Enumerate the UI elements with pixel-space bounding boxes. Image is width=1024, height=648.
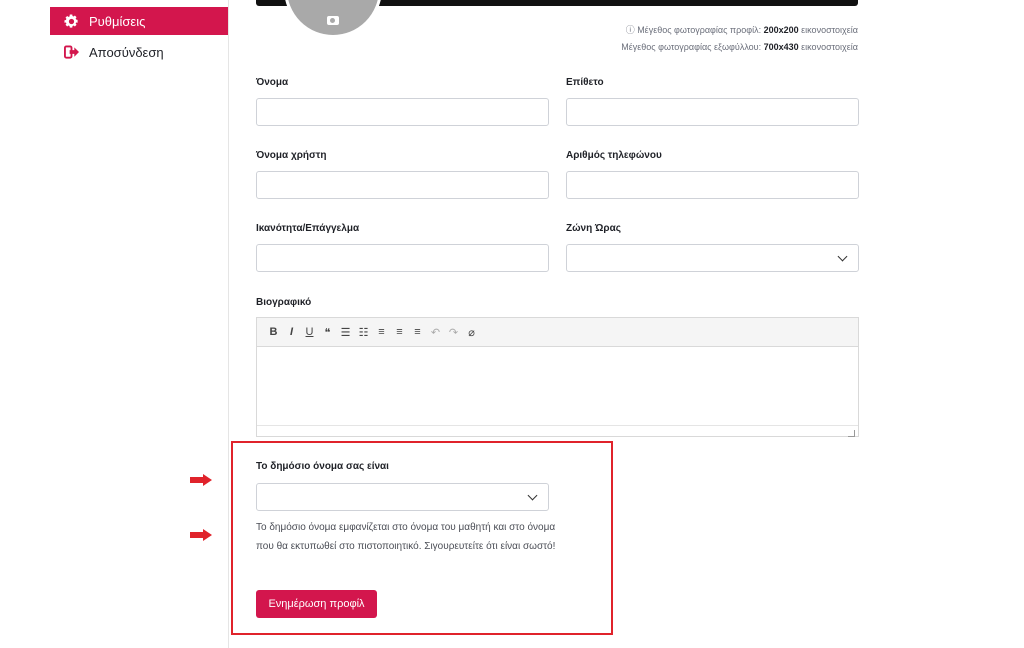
camera-icon[interactable]	[327, 16, 339, 25]
public-name-label: Το δημόσιο όνομα σας είναι	[256, 461, 389, 472]
bold-button[interactable]: B	[266, 324, 281, 340]
align-left-button[interactable]: ≡	[374, 324, 389, 340]
clear-format-button[interactable]: ⌀	[464, 324, 479, 340]
italic-button[interactable]: I	[284, 324, 299, 340]
underline-button[interactable]: U	[302, 324, 317, 340]
arrow-right-icon	[190, 529, 212, 541]
bullet-list-button[interactable]: ☰	[338, 324, 353, 340]
username-label: Όνομα χρήστη	[256, 150, 327, 161]
editor-toolbar: B I U ❝ ☰ ☷ ≡ ≡ ≡ ↶ ↷ ⌀	[257, 318, 858, 347]
sidebar-item-logout[interactable]: Αποσύνδεση	[50, 38, 228, 66]
bio-textarea[interactable]	[257, 347, 858, 425]
chevron-down-icon	[837, 251, 848, 262]
public-name-help: Το δημόσιο όνομα εμφανίζεται στο όνομα τ…	[256, 522, 556, 552]
phone-label: Αριθμός τηλεφώνου	[566, 150, 662, 161]
public-name-select[interactable]	[256, 483, 549, 511]
numbered-list-button[interactable]: ☷	[356, 324, 371, 340]
timezone-label: Ζώνη Ώρας	[566, 223, 621, 234]
first-name-label: Όνομα	[256, 77, 289, 88]
gear-icon	[63, 13, 79, 29]
sidebar-item-label: Αποσύνδεση	[89, 44, 164, 60]
sidebar-item-label: Ρυθμίσεις	[89, 13, 146, 29]
arrow-right-icon	[190, 474, 212, 486]
skill-label: Ικανότητα/Επάγγελμα	[256, 223, 360, 234]
skill-field[interactable]	[256, 244, 549, 272]
logout-icon	[63, 44, 79, 60]
timezone-select[interactable]	[566, 244, 859, 272]
bio-editor: B I U ❝ ☰ ☷ ≡ ≡ ≡ ↶ ↷ ⌀	[256, 317, 859, 437]
resize-handle-icon[interactable]	[848, 430, 855, 437]
align-right-button[interactable]: ≡	[410, 324, 425, 340]
phone-field[interactable]	[566, 171, 859, 199]
editor-statusbar	[257, 425, 858, 439]
main-content: ⓘ Μέγεθος φωτογραφίας προφίλ: 200x200 ει…	[229, 0, 1024, 648]
last-name-label: Επίθετο	[566, 77, 604, 88]
redo-button[interactable]: ↷	[446, 324, 461, 340]
undo-button[interactable]: ↶	[428, 324, 443, 340]
bio-label: Βιογραφικό	[256, 297, 312, 308]
last-name-field[interactable]	[566, 98, 859, 126]
quote-button[interactable]: ❝	[320, 324, 335, 340]
username-field[interactable]	[256, 171, 549, 199]
profile-photo-size-note: ⓘ Μέγεθος φωτογραφίας προφίλ: 200x200 ει…	[625, 25, 858, 35]
cover-photo-size-note: Μέγεθος φωτογραφίας εξωφύλλου: 700x430 ε…	[621, 42, 858, 52]
update-profile-button[interactable]: Ενημέρωση προφίλ	[256, 590, 377, 618]
sidebar-item-settings[interactable]: Ρυθμίσεις	[50, 7, 228, 35]
sidebar: Ρυθμίσεις Αποσύνδεση	[0, 0, 229, 648]
align-center-button[interactable]: ≡	[392, 324, 407, 340]
first-name-field[interactable]	[256, 98, 549, 126]
avatar[interactable]	[284, 0, 382, 38]
chevron-down-icon	[527, 490, 538, 501]
